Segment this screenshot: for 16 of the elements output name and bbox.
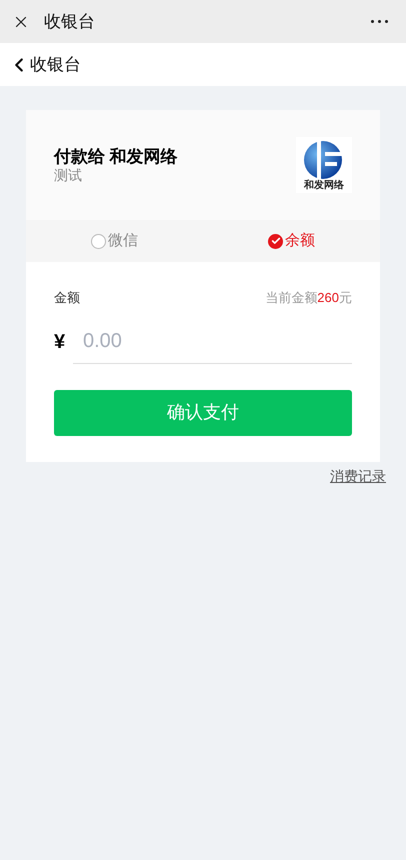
payment-option[interactable]: 余额 bbox=[203, 220, 380, 262]
logo-caption: 和发网络 bbox=[304, 180, 344, 190]
checked-icon bbox=[268, 234, 283, 248]
radio-icon bbox=[91, 234, 106, 248]
currency-symbol: ¥ bbox=[54, 330, 66, 354]
history-link[interactable]: 消费记录 bbox=[330, 466, 386, 486]
amount-label: 金额 bbox=[54, 289, 80, 307]
balance-text: 当前金额260元 bbox=[265, 289, 352, 307]
window-title: 收银台 bbox=[44, 10, 95, 33]
merchant-heading: 付款给 和发网络 bbox=[54, 146, 178, 167]
page-title: 收银台 bbox=[30, 54, 81, 76]
amount-input[interactable]: 0.00 bbox=[73, 320, 352, 364]
merchant-subtitle: 测试 bbox=[54, 166, 83, 184]
payment-option[interactable]: 微信 bbox=[26, 220, 203, 262]
confirm-pay-button[interactable]: 确认支付 bbox=[54, 390, 352, 436]
logo-icon bbox=[303, 140, 345, 180]
